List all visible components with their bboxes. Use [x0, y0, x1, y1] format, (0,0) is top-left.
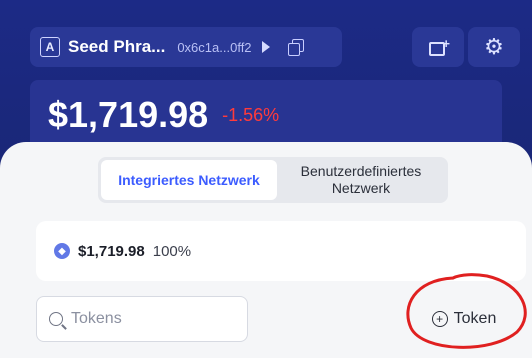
account-address: 0x6c1a...0ff2 — [177, 39, 252, 55]
balance-change: -1.56% — [222, 104, 280, 125]
search-icon — [49, 312, 63, 326]
asset-percent: 100% — [152, 242, 192, 260]
add-token-button[interactable]: + Token — [412, 300, 516, 338]
total-balance: $1,719.98 — [48, 94, 209, 135]
play-arrow-icon[interactable] — [261, 41, 270, 53]
balance-panel: $1,719.98 -1.56% — [30, 80, 502, 150]
add-token-label: Token — [453, 310, 497, 327]
account-name: Seed Phra... — [68, 37, 166, 56]
wallet-badge-icon: A — [40, 37, 60, 57]
tab-custom-network[interactable]: Benutzerdefiniertes Netzwerk — [277, 160, 445, 200]
assets-sheet: Integriertes Netzwerk Benutzerdefinierte… — [0, 142, 532, 358]
token-search[interactable] — [36, 296, 248, 342]
card-add-icon: + — [427, 36, 450, 56]
settings-button[interactable]: ⚙ — [468, 27, 520, 67]
tab-integrated-network[interactable]: Integriertes Netzwerk — [101, 160, 277, 200]
network-tabs: Integriertes Netzwerk Benutzerdefinierte… — [98, 157, 448, 203]
gear-icon: ⚙ — [484, 34, 504, 59]
plus-circle-icon: + — [431, 311, 448, 327]
account-selector[interactable]: A Seed Phra... 0x6c1a...0ff2 — [30, 27, 342, 67]
search-input[interactable] — [71, 310, 231, 328]
asset-amount: $1,719.98 — [78, 242, 145, 260]
asset-row[interactable]: ◆ $1,719.98 100% — [36, 221, 526, 281]
copy-icon[interactable] — [287, 39, 304, 56]
add-wallet-button[interactable]: + — [412, 27, 464, 67]
ethereum-icon: ◆ — [54, 243, 70, 259]
header-area: A Seed Phra... 0x6c1a...0ff2 + ⚙ $1,719.… — [0, 0, 532, 160]
